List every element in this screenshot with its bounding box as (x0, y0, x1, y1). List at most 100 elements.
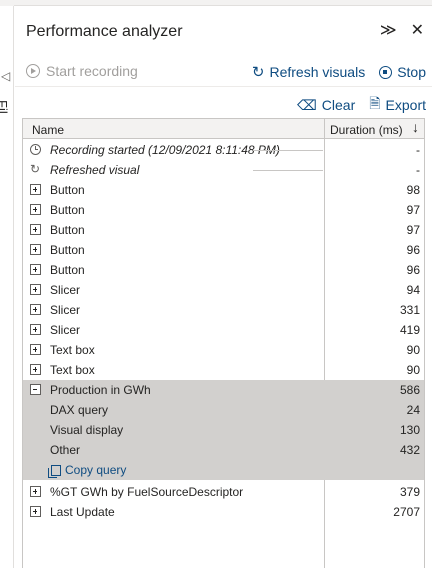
expand-icon[interactable] (30, 486, 41, 497)
expand-icon[interactable] (30, 224, 41, 235)
row-duration: 419 (399, 323, 420, 337)
table-row[interactable]: Button 97 (23, 200, 424, 220)
expand-icon[interactable] (30, 264, 41, 275)
table-subrow: Visual display 130 (23, 420, 424, 440)
row-duration: 98 (406, 183, 420, 197)
table-row[interactable]: Text box 90 (23, 340, 424, 360)
row-name: Button (50, 243, 85, 257)
row-duration: - (416, 143, 420, 157)
filters-pane-label[interactable]: Fil (0, 100, 10, 114)
table-row[interactable]: Button 96 (23, 260, 424, 280)
expand-icon[interactable] (30, 304, 41, 315)
export-button[interactable]: 🗎 Export (369, 93, 426, 117)
row-duration: 90 (406, 343, 420, 357)
table-row[interactable]: Slicer 419 (23, 320, 424, 340)
row-duration: 90 (406, 363, 420, 377)
pane-header-icons: ≫ ✕ (380, 21, 424, 41)
row-name: Visual display (50, 423, 124, 437)
stop-icon (379, 65, 393, 79)
row-name: Button (50, 223, 85, 237)
table-subrow: DAX query 24 (23, 400, 424, 420)
table-row[interactable]: Slicer 94 (23, 280, 424, 300)
collapse-icon[interactable] (30, 384, 41, 395)
row-name: Button (50, 203, 85, 217)
row-duration: - (416, 163, 420, 177)
eraser-icon: ⌫ (297, 96, 317, 113)
performance-table: Name Duration (ms) ↓ Recording started (… (22, 118, 425, 568)
expand-icon[interactable] (30, 344, 41, 355)
expand-icon[interactable] (30, 506, 41, 517)
table-row-selected[interactable]: Production in GWh 586 (23, 380, 424, 400)
start-recording-button[interactable]: Start recording (26, 63, 138, 79)
start-recording-label: Start recording (46, 63, 138, 79)
row-name: Production in GWh (50, 383, 151, 397)
table-subrow: Other 432 (23, 440, 424, 460)
duration-header-label: Duration (ms) (330, 123, 403, 137)
column-header-name[interactable]: Name (32, 123, 64, 137)
table-row[interactable]: %GT GWh by FuelSourceDescriptor 379 (23, 482, 424, 502)
recording-toolbar: Start recording ↻ Refresh visuals Stop (15, 59, 432, 87)
copy-query-link[interactable]: Copy query (48, 463, 126, 478)
table-row: Recording started (12/09/2021 8:11:48 PM… (23, 140, 424, 160)
row-name: Slicer (50, 283, 81, 297)
table-row[interactable]: Button 96 (23, 240, 424, 260)
expand-icon[interactable] (30, 284, 41, 295)
row-duration: 96 (406, 243, 420, 257)
left-strip-top (0, 0, 14, 6)
sort-descending-icon[interactable]: ↓ (412, 119, 419, 135)
row-name: Text box (50, 363, 95, 377)
table-row[interactable]: Button 97 (23, 220, 424, 240)
clear-label: Clear (321, 97, 356, 113)
play-icon (26, 64, 40, 78)
row-duration: 96 (406, 263, 420, 277)
performance-analyzer-pane: Performance analyzer ≫ ✕ Start recording… (15, 7, 432, 568)
expand-icon[interactable] (30, 204, 41, 215)
row-name: Text box (50, 343, 95, 357)
row-name: Other (50, 443, 81, 457)
expand-icon[interactable] (30, 364, 41, 375)
row-duration: 130 (399, 423, 420, 437)
clock-icon (30, 144, 41, 155)
recording-actions: ↻ Refresh visuals Stop (252, 63, 426, 81)
refresh-visuals-button[interactable]: ↻ Refresh visuals (252, 63, 365, 81)
pane-title: Performance analyzer (26, 23, 183, 40)
row-duration: 24 (406, 403, 420, 417)
row-name: Recording started (12/09/2021 8:11:48 PM… (50, 143, 280, 157)
table-row[interactable]: Button 98 (23, 180, 424, 200)
refresh-icon: ↻ (30, 162, 41, 176)
row-name: %GT GWh by FuelSourceDescriptor (50, 485, 244, 499)
row-name: Refreshed visual (50, 163, 140, 177)
table-row[interactable]: Last Update 2707 (23, 502, 424, 522)
export-label: Export (385, 97, 426, 113)
column-header-duration[interactable]: Duration (ms) ↓ (324, 119, 425, 139)
collapse-pane-icon[interactable]: ≫ (380, 21, 397, 41)
refresh-icon: ↻ (251, 64, 265, 81)
output-actions: ⌫ Clear 🗎 Export (297, 93, 426, 117)
row-name: Slicer (50, 323, 81, 337)
expand-icon[interactable] (30, 184, 41, 195)
table-rows: Recording started (12/09/2021 8:11:48 PM… (23, 140, 424, 522)
table-row[interactable]: Text box 90 (23, 360, 424, 380)
row-divider-line (253, 170, 323, 171)
row-duration: 379 (399, 485, 420, 499)
row-duration: 331 (399, 303, 420, 317)
collapse-arrow-icon[interactable]: ◁ (1, 69, 10, 83)
row-name: DAX query (50, 403, 109, 417)
stop-button[interactable]: Stop (379, 63, 426, 81)
row-name: Button (50, 183, 85, 197)
table-row[interactable]: Slicer 331 (23, 300, 424, 320)
expand-icon[interactable] (30, 244, 41, 255)
copy-query-row: Copy query (23, 460, 424, 480)
row-duration: 2707 (393, 505, 420, 519)
close-icon[interactable]: ✕ (411, 21, 424, 41)
expand-icon[interactable] (30, 324, 41, 335)
clear-button[interactable]: ⌫ Clear (297, 93, 355, 117)
row-duration: 94 (406, 283, 420, 297)
copy-icon (48, 464, 61, 478)
row-duration: 97 (406, 223, 420, 237)
row-divider-line (253, 150, 323, 151)
table-row: ↻ Refreshed visual - (23, 160, 424, 180)
left-collapsed-pane: ◁ Fil (0, 0, 14, 568)
row-name: Slicer (50, 303, 81, 317)
row-duration: 97 (406, 203, 420, 217)
